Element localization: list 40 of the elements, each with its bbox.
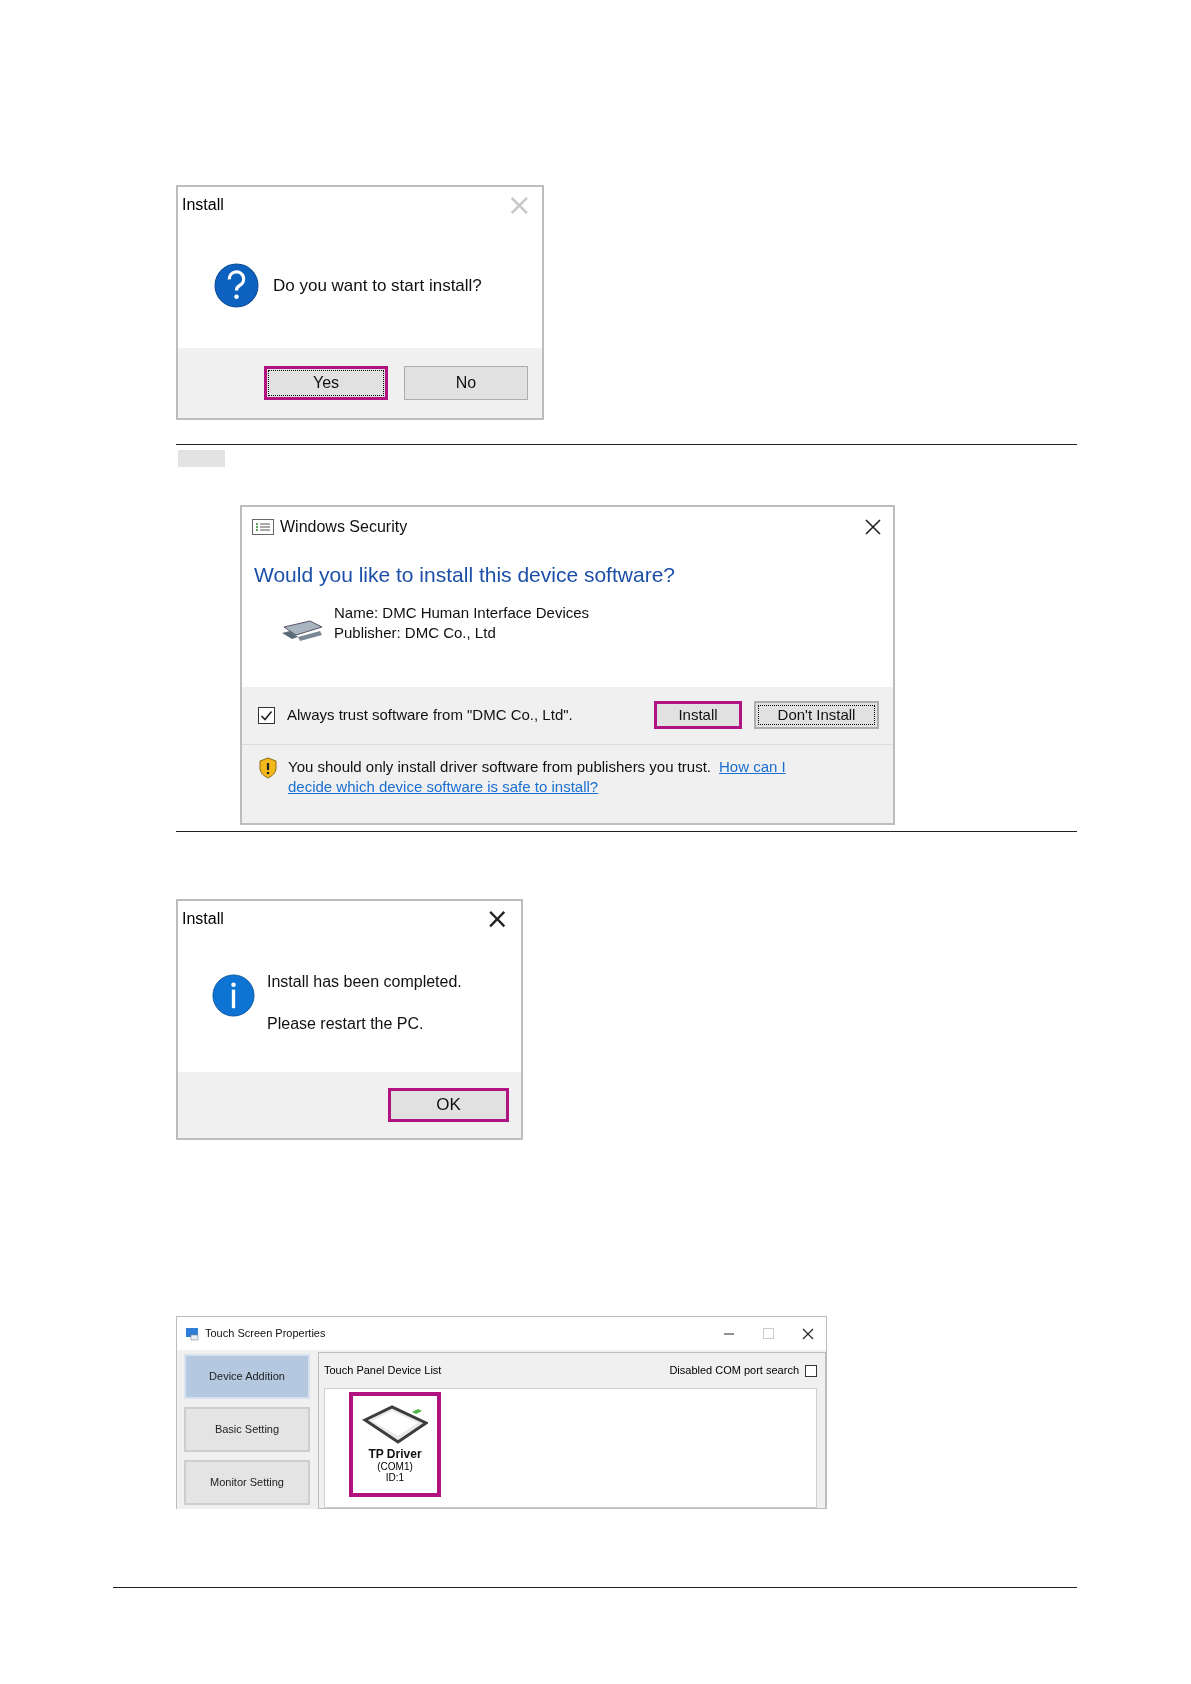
warning-text: You should only install driver software from publishers you trust. — [288, 756, 711, 777]
window-title: Windows Security — [280, 517, 408, 537]
dialog-button[interactable]: Install — [654, 701, 742, 729]
message-text: Do you want to start install? — [273, 274, 482, 297]
info-icon — [212, 974, 255, 1017]
dialog-heading: Would you like to install this device software? — [253, 562, 676, 588]
close-icon[interactable] — [865, 519, 881, 535]
dialog-button[interactable]: No — [404, 366, 528, 400]
window-title: Install — [182, 195, 224, 215]
window-title: Touch Screen Properties — [205, 1326, 326, 1342]
message-text: Please restart the PC. — [267, 1014, 425, 1034]
checkbox[interactable] — [805, 1364, 817, 1377]
dialog-button[interactable]: Yes — [264, 366, 388, 400]
device-tile[interactable]: TP Driver (COM1) ID:1 — [349, 1392, 441, 1497]
app-icon — [185, 1326, 199, 1341]
list-window-icon — [252, 519, 274, 535]
dialog-button[interactable]: OK — [388, 1088, 509, 1122]
checkbox[interactable] — [258, 706, 275, 724]
question-icon — [214, 263, 259, 308]
window-title: Install — [182, 908, 224, 929]
panel-title: Touch Panel Device List — [324, 1363, 442, 1379]
driver-publisher: Publisher: DMC Co., Ltd — [334, 622, 497, 643]
touch-panel-icon — [362, 1404, 428, 1444]
side-tab[interactable]: Monitor Setting — [184, 1460, 310, 1505]
close-icon[interactable] — [802, 1327, 814, 1340]
driver-name: Name: DMC Human Interface Devices — [334, 602, 590, 623]
device-name: TP Driver — [368, 1447, 422, 1461]
device-port: (COM1) — [377, 1461, 413, 1472]
help-link[interactable]: decide which device software is safe to install? — [288, 776, 599, 797]
close-button[interactable]: × — [485, 904, 509, 933]
checkbox-label: Disabled COM port search — [669, 1363, 799, 1379]
redacted-label — [178, 450, 225, 467]
help-link[interactable]: How can I — [719, 756, 786, 777]
message-text: Install has been completed. — [267, 972, 462, 992]
device-id: ID:1 — [385, 1472, 405, 1483]
checkbox-label: Always trust software from "DMC Co., Ltd". — [287, 704, 573, 725]
dialog-button[interactable]: Don't Install — [754, 701, 879, 729]
warning-shield-icon — [258, 756, 278, 779]
side-tab[interactable]: Device Addition — [184, 1354, 310, 1399]
side-tab[interactable]: Basic Setting — [184, 1407, 310, 1452]
